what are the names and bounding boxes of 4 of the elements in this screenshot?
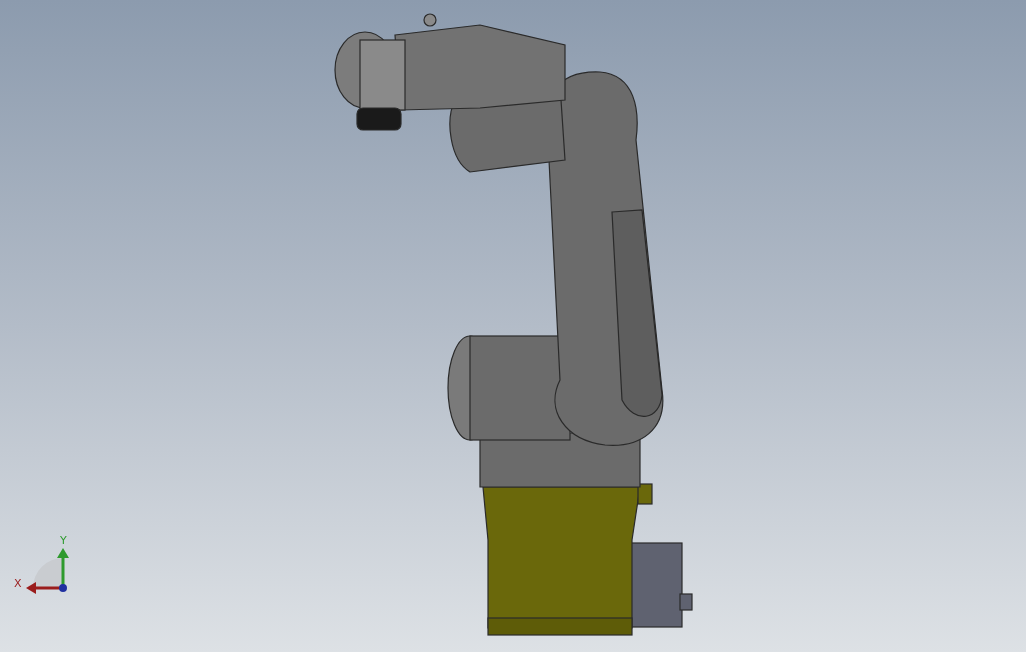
triad-plane-icon [33, 558, 63, 588]
y-axis-label: Y [60, 534, 67, 547]
x-axis-label: X [14, 577, 22, 590]
origin-icon [59, 584, 67, 592]
